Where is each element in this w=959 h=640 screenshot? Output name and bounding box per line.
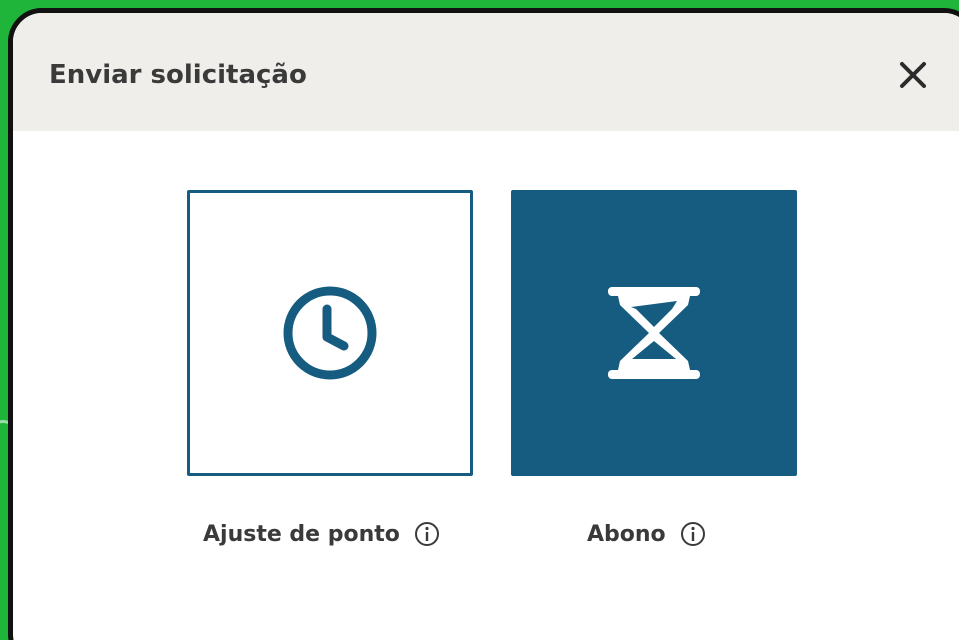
screen-background: Enviar solicitação Ajuste de ponto Abono [0, 0, 959, 640]
info-icon[interactable] [414, 521, 440, 547]
dialog-header: Enviar solicitação [13, 13, 959, 131]
option-card-ajuste-de-ponto[interactable] [187, 190, 473, 476]
option-label-text: Ajuste de ponto [203, 521, 400, 547]
dialog-title: Enviar solicitação [49, 60, 307, 90]
clock-icon [283, 286, 377, 380]
close-button[interactable] [893, 55, 933, 95]
info-icon[interactable] [680, 521, 706, 547]
close-icon [900, 62, 926, 88]
send-request-dialog: Enviar solicitação Ajuste de ponto Abono [8, 8, 959, 640]
option-card-abono[interactable] [511, 190, 797, 476]
hourglass-icon [608, 287, 700, 379]
option-label-abono: Abono [587, 518, 706, 550]
option-label-text: Abono [587, 521, 666, 547]
option-label-ajuste-de-ponto: Ajuste de ponto [203, 518, 440, 550]
